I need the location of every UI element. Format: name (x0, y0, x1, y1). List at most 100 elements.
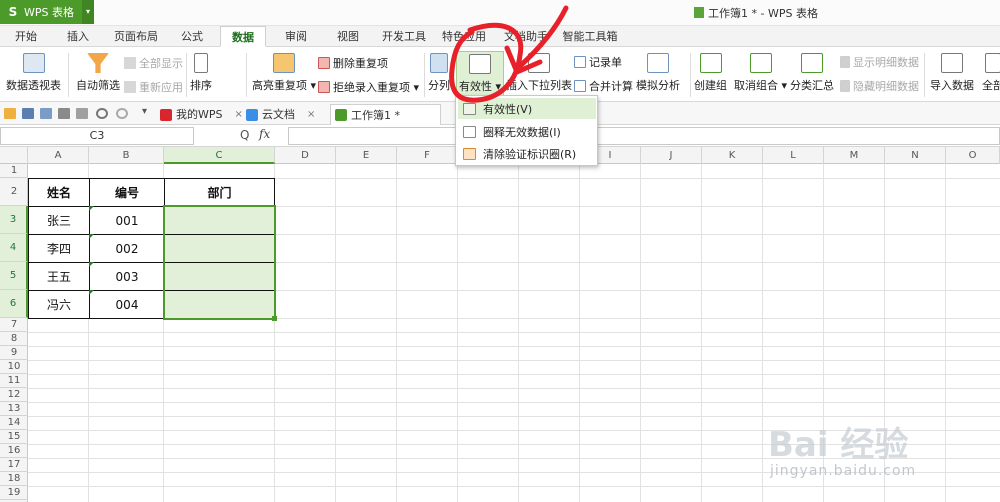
sort-button[interactable]: 排序 (190, 53, 212, 93)
app-menu-chevron-icon[interactable]: ▾ (82, 0, 94, 24)
row-header[interactable]: 3 (0, 206, 28, 234)
print-icon[interactable] (58, 108, 70, 119)
consolidate-button[interactable]: 合并计算 (574, 78, 633, 94)
menu-item-validity[interactable]: 有效性(V) (458, 98, 596, 119)
close-tab-icon[interactable]: × (235, 104, 243, 125)
row-header[interactable]: 11 (0, 374, 28, 388)
tab-page-layout[interactable]: 页面布局 (108, 26, 164, 47)
row-header[interactable]: 2 (0, 178, 28, 206)
close-tab-icon[interactable]: × (307, 104, 315, 125)
column-header[interactable]: D (275, 147, 336, 164)
tab-smart-tools[interactable]: 智能工具箱 (558, 26, 622, 47)
row-header[interactable]: 7 (0, 318, 28, 332)
create-group-button[interactable]: 创建组 (694, 53, 727, 93)
table-cell[interactable]: 003 (90, 263, 164, 290)
validity-button[interactable]: 有效性 ▾ (456, 51, 505, 96)
row-header[interactable]: 10 (0, 360, 28, 374)
column-header[interactable]: K (702, 147, 763, 164)
tab-doc-assistant[interactable]: 文档助手 (498, 26, 554, 47)
column-header[interactable]: L (763, 147, 824, 164)
undo-icon[interactable] (96, 108, 108, 119)
show-all-button[interactable]: 全部显示 (124, 55, 183, 71)
reject-duplicates-button[interactable]: 拒绝录入重复项 ▾ (318, 79, 419, 95)
app-menu-button[interactable]: S WPS 表格 ▾ (0, 0, 94, 24)
tab-data[interactable]: 数据 (220, 26, 266, 47)
tab-features[interactable]: 特色应用 (438, 26, 490, 47)
column-header[interactable]: O (946, 147, 1000, 164)
menu-item-clear-circles[interactable]: 清除验证标识圈(R) (458, 143, 596, 164)
insert-dropdown-list-button[interactable]: 插入下拉列表 (506, 53, 572, 93)
auto-filter-button[interactable]: 自动筛选 (76, 53, 120, 93)
save-icon[interactable] (22, 108, 34, 119)
doc-tab-cloud[interactable]: 云文档 × (246, 104, 315, 125)
insert-function-icon[interactable]: fx (259, 127, 270, 141)
subtotal-button[interactable]: 分类汇总 (790, 53, 834, 93)
table-header-cell[interactable]: 部门 (165, 179, 274, 206)
row-header[interactable]: 1 (0, 164, 28, 178)
row-header[interactable]: 5 (0, 262, 28, 290)
open-folder-icon[interactable] (4, 108, 16, 119)
customize-chevron-icon[interactable]: ▾ (142, 106, 147, 117)
column-header[interactable]: E (336, 147, 397, 164)
tab-formulas[interactable]: 公式 (172, 26, 212, 47)
ungroup-button[interactable]: 取消组合 ▾ (734, 53, 787, 93)
tab-view[interactable]: 视图 (328, 26, 368, 47)
print-preview-icon[interactable] (76, 108, 88, 119)
row-header[interactable]: 6 (0, 290, 28, 318)
doc-tab-workbook1[interactable]: 工作簿1 * (330, 104, 441, 125)
table-header-cell[interactable]: 姓名 (29, 179, 89, 206)
column-header[interactable]: B (89, 147, 164, 164)
row-header[interactable]: 9 (0, 346, 28, 360)
delete-duplicates-button[interactable]: 删除重复项 (318, 55, 388, 71)
record-form-button[interactable]: 记录单 (574, 54, 622, 70)
menu-item-circle-invalid[interactable]: 圈释无效数据(I) (458, 121, 596, 142)
refresh-all-button[interactable]: 全部 (982, 53, 1000, 93)
hide-detail-button[interactable]: 隐藏明细数据 (840, 78, 919, 94)
row-header[interactable]: 8 (0, 332, 28, 346)
doc-tab-my-wps[interactable]: 我的WPS × (160, 104, 243, 125)
table-cell[interactable]: 002 (90, 235, 164, 262)
table-cell[interactable]: 王五 (29, 263, 89, 290)
table-cell[interactable]: 004 (90, 291, 164, 318)
column-header[interactable]: N (885, 147, 946, 164)
redo-icon[interactable] (116, 108, 128, 119)
tab-developer[interactable]: 开发工具 (378, 26, 430, 47)
what-if-analysis-button[interactable]: 模拟分析 (636, 53, 680, 93)
row-header[interactable]: 17 (0, 458, 28, 472)
split-column-button[interactable]: 分列 (428, 53, 450, 93)
row-header[interactable]: 14 (0, 416, 28, 430)
tab-insert[interactable]: 插入 (58, 26, 98, 47)
number-as-text-marker-icon (89, 262, 94, 267)
row-header[interactable]: 18 (0, 472, 28, 486)
column-header[interactable]: F (397, 147, 458, 164)
zoom-magnifier-icon[interactable]: Q (240, 128, 249, 142)
row-header[interactable]: 13 (0, 402, 28, 416)
table-cell[interactable]: 李四 (29, 235, 89, 262)
row-header[interactable]: 16 (0, 444, 28, 458)
column-header[interactable]: A (28, 147, 89, 164)
column-header[interactable]: C (164, 147, 275, 164)
row-header[interactable]: 12 (0, 388, 28, 402)
table-cell[interactable]: 张三 (29, 207, 89, 234)
tab-review[interactable]: 审阅 (276, 26, 316, 47)
pivot-table-button[interactable]: 数据透视表 (6, 53, 61, 93)
select-all-corner[interactable] (0, 147, 28, 164)
formula-input[interactable] (288, 127, 1000, 145)
reapply-button[interactable]: 重新应用 (124, 79, 183, 95)
fill-handle[interactable] (272, 316, 277, 321)
column-header[interactable]: M (824, 147, 885, 164)
row-header[interactable]: 4 (0, 234, 28, 262)
show-detail-button[interactable]: 显示明细数据 (840, 54, 919, 70)
row-header[interactable]: 19 (0, 486, 28, 500)
import-data-button[interactable]: 导入数据 (930, 53, 974, 93)
worksheet-grid[interactable]: 姓名 编号 部门 张三 001 李四 002 王五 003 冯六 004 (28, 164, 1000, 502)
column-header[interactable]: J (641, 147, 702, 164)
row-header[interactable]: 15 (0, 430, 28, 444)
table-cell[interactable]: 001 (90, 207, 164, 234)
tab-home[interactable]: 开始 (6, 26, 46, 47)
table-header-cell[interactable]: 编号 (90, 179, 164, 206)
export-pdf-icon[interactable] (40, 108, 52, 119)
highlight-duplicates-button[interactable]: 高亮重复项 ▾ (252, 53, 316, 93)
table-cell[interactable]: 冯六 (29, 291, 89, 318)
name-box[interactable]: C3 (0, 127, 194, 145)
